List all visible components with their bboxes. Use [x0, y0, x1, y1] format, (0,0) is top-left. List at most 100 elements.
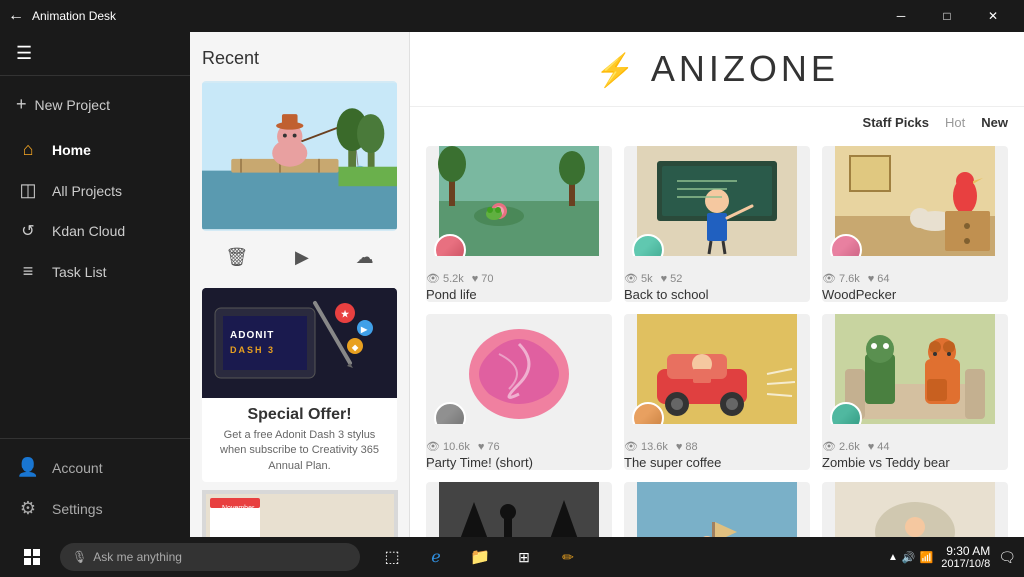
share-button[interactable]: ☁ [348, 243, 382, 272]
likes-pond: ♥ 70 [472, 273, 494, 285]
main-content: Recent [190, 32, 1024, 537]
title-woodpecker: WoodPecker [822, 287, 1008, 302]
fishing-scene-svg [202, 81, 397, 231]
network-icon[interactable]: 📶 [920, 551, 934, 564]
sidebar-item-all-projects[interactable]: ◫ All Projects [0, 170, 190, 211]
search-mic-icon: 🎙 [72, 550, 87, 564]
svg-text:DASH 3: DASH 3 [230, 345, 275, 355]
animation-card-pond-life[interactable]: 👁 5.2k ♥ 70 Pond life [426, 146, 612, 302]
likes-zombie: ♥ 44 [868, 441, 890, 453]
stats-coffee: 👁 13.6k ♥ 88 [624, 440, 810, 453]
up-arrow-icon[interactable]: ▲ [888, 552, 898, 563]
animation-card-woodpecker[interactable]: 👁 7.6k ♥ 64 WoodPecker [822, 146, 1008, 302]
file-explorer-button[interactable]: 📁 [460, 537, 500, 577]
home-icon: ⌂ [16, 139, 40, 160]
sidebar-item-settings[interactable]: ⚙ Settings [0, 488, 190, 529]
system-tray: ▲ 🔊 📶 [888, 551, 933, 564]
task-list-label: Task List [52, 264, 106, 280]
svg-text:ADONIT: ADONIT [230, 330, 274, 341]
special-offer-card: ADONIT DASH 3 ★ ▶ [202, 288, 397, 482]
delete-button[interactable]: 🗑 [217, 243, 256, 272]
close-button[interactable]: ✕ [970, 0, 1016, 32]
animation-thumb-bottom-2 [624, 482, 810, 537]
animation-thumb-party [426, 314, 612, 424]
windows-icon [24, 549, 40, 565]
sidebar-item-home[interactable]: ⌂ Home [0, 129, 190, 170]
animation-card-bottom-3[interactable] [822, 482, 1008, 537]
likes-coffee: ♥ 88 [676, 441, 698, 453]
new-project-label: New Project [35, 97, 110, 113]
sidebar-item-task-list[interactable]: ≡ Task List [0, 251, 190, 292]
animation-card-back-to-school[interactable]: 👁 5k ♥ 52 Back to school [624, 146, 810, 302]
likes-woodpecker: ♥ 64 [868, 273, 890, 285]
animation-info-coffee: 👁 13.6k ♥ 88 The super coffee [624, 424, 810, 470]
animation-card-bottom-2[interactable] [624, 482, 810, 537]
stats-woodpecker: 👁 7.6k ♥ 64 [822, 272, 1008, 285]
anizone-content-wrapper: ⚡ ANIZONE Staff Picks Hot New [410, 32, 1024, 537]
settings-label: Settings [52, 501, 103, 517]
likes-party: ♥ 76 [478, 441, 500, 453]
settings-icon: ⚙ [16, 498, 40, 519]
special-offer-text: Get a free Adonit Dash 3 stylus when sub… [202, 428, 397, 482]
eye-icon6: 👁 [822, 440, 836, 453]
maximize-button[interactable]: □ [924, 0, 970, 32]
new-project-button[interactable]: + New Project [0, 84, 190, 125]
title-coffee: The super coffee [624, 455, 810, 470]
views-woodpecker: 👁 7.6k [822, 272, 860, 285]
svg-text:★: ★ [341, 309, 351, 319]
cloud-icon: ↺ [16, 221, 40, 241]
taskbar-apps: ⬚ ℯ 📁 ⊞ ✏ [372, 537, 588, 577]
heart-icon4: ♥ [478, 441, 485, 453]
tab-hot[interactable]: Hot [945, 115, 965, 130]
task-view-button[interactable]: ⬚ [372, 537, 412, 577]
animation-card-zombie-teddy[interactable]: 👁 2.6k ♥ 44 Zombie vs Teddy bear [822, 314, 1008, 470]
views-coffee: 👁 13.6k [624, 440, 668, 453]
adonit-image: ADONIT DASH 3 ★ ▶ [202, 288, 397, 398]
taskbar-right: ▲ 🔊 📶 9:30 AM 2017/10/8 🗨 [888, 544, 1016, 570]
heart-icon6: ♥ [868, 441, 875, 453]
edge-browser-button[interactable]: ℯ [416, 537, 456, 577]
title-zombie: Zombie vs Teddy bear [822, 455, 1008, 470]
title-pond: Pond life [426, 287, 612, 302]
taskbar: 🎙 Ask me anything ⬚ ℯ 📁 ⊞ ✏ ▲ 🔊 📶 9:30 A… [0, 537, 1024, 577]
titlebar-controls: ─ □ ✕ [878, 0, 1016, 32]
recent-panel: Recent [190, 32, 410, 537]
notification-icon[interactable]: 🗨 [998, 549, 1016, 566]
sidebar-bottom: 👤 Account ⚙ Settings [0, 438, 190, 537]
special-offer-image: ADONIT DASH 3 ★ ▶ [202, 288, 397, 398]
animation-card-bottom-1[interactable] [426, 482, 612, 537]
hamburger-icon[interactable]: ☰ [16, 43, 32, 64]
animation-info-pond: 👁 5.2k ♥ 70 Pond life [426, 256, 612, 302]
eye-icon4: 👁 [426, 440, 440, 453]
animation-desk-button[interactable]: ✏ [548, 537, 588, 577]
back-icon[interactable]: ← [8, 7, 24, 25]
home-label: Home [52, 142, 91, 158]
sidebar-item-kdan-cloud[interactable]: ↺ Kdan Cloud [0, 211, 190, 251]
clock: 9:30 AM 2017/10/8 [941, 544, 990, 570]
minimize-button[interactable]: ─ [878, 0, 924, 32]
staff-picks-header: Staff Picks Hot New [410, 107, 1024, 138]
tab-new[interactable]: New [981, 115, 1008, 130]
start-button[interactable] [8, 537, 56, 577]
anizone-header: ⚡ ANIZONE [410, 32, 1024, 107]
store-button[interactable]: ⊞ [504, 537, 544, 577]
recent-thumbnail[interactable] [202, 81, 397, 231]
play-button[interactable]: ▶ [287, 243, 317, 272]
svg-text:November: November [222, 505, 255, 512]
search-bar[interactable]: 🎙 Ask me anything [60, 543, 360, 571]
sidebar-item-account[interactable]: 👤 Account [0, 447, 190, 488]
app-title: Animation Desk [32, 9, 116, 23]
views-pond: 👁 5.2k [426, 272, 464, 285]
svg-text:◆: ◆ [351, 343, 360, 352]
animation-thumb-coffee [624, 314, 810, 424]
sidebar: ☰ + New Project ⌂ Home ◫ All Projects ↺ … [0, 32, 190, 537]
speaker-icon[interactable]: 🔊 [902, 551, 916, 564]
recent-actions: 🗑 ▶ ☁ [202, 239, 397, 276]
special-offer-title: Special Offer! [202, 398, 397, 428]
eye-icon3: 👁 [822, 272, 836, 285]
animation-card-party-time[interactable]: 👁 10.6k ♥ 76 Party Time! (short) [426, 314, 612, 470]
animation-thumb-school [624, 146, 810, 256]
plus-icon: + [16, 94, 27, 115]
animation-card-super-coffee[interactable]: 👁 13.6k ♥ 88 The super coffee [624, 314, 810, 470]
heart-icon: ♥ [472, 273, 479, 285]
